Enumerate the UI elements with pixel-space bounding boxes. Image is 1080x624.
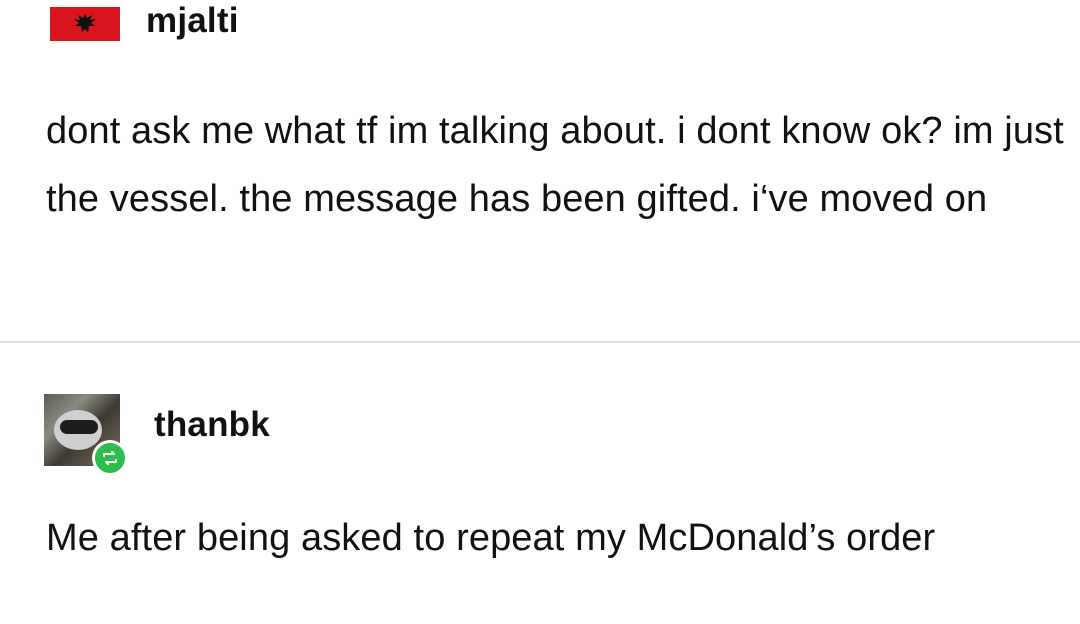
avatar[interactable] (44, 394, 128, 476)
post-divider (0, 341, 1080, 343)
reblog-icon (92, 440, 128, 476)
albania-flag-icon[interactable] (50, 7, 120, 41)
post-header: mjalti (50, 3, 239, 44)
eagle-emblem-icon (74, 14, 96, 32)
post-mjalti: mjalti dont ask me what tf im talking ab… (0, 0, 1080, 342)
username[interactable]: thanbk (154, 407, 270, 442)
post-body: dont ask me what tf im talking about. i … (46, 110, 1064, 220)
post-header: thanbk (44, 394, 270, 476)
post-thanbk: thanbk Me after being asked to repeat my… (0, 344, 1080, 624)
post-body: Me after being asked to repeat my McDona… (46, 517, 936, 559)
username[interactable]: mjalti (146, 3, 239, 38)
